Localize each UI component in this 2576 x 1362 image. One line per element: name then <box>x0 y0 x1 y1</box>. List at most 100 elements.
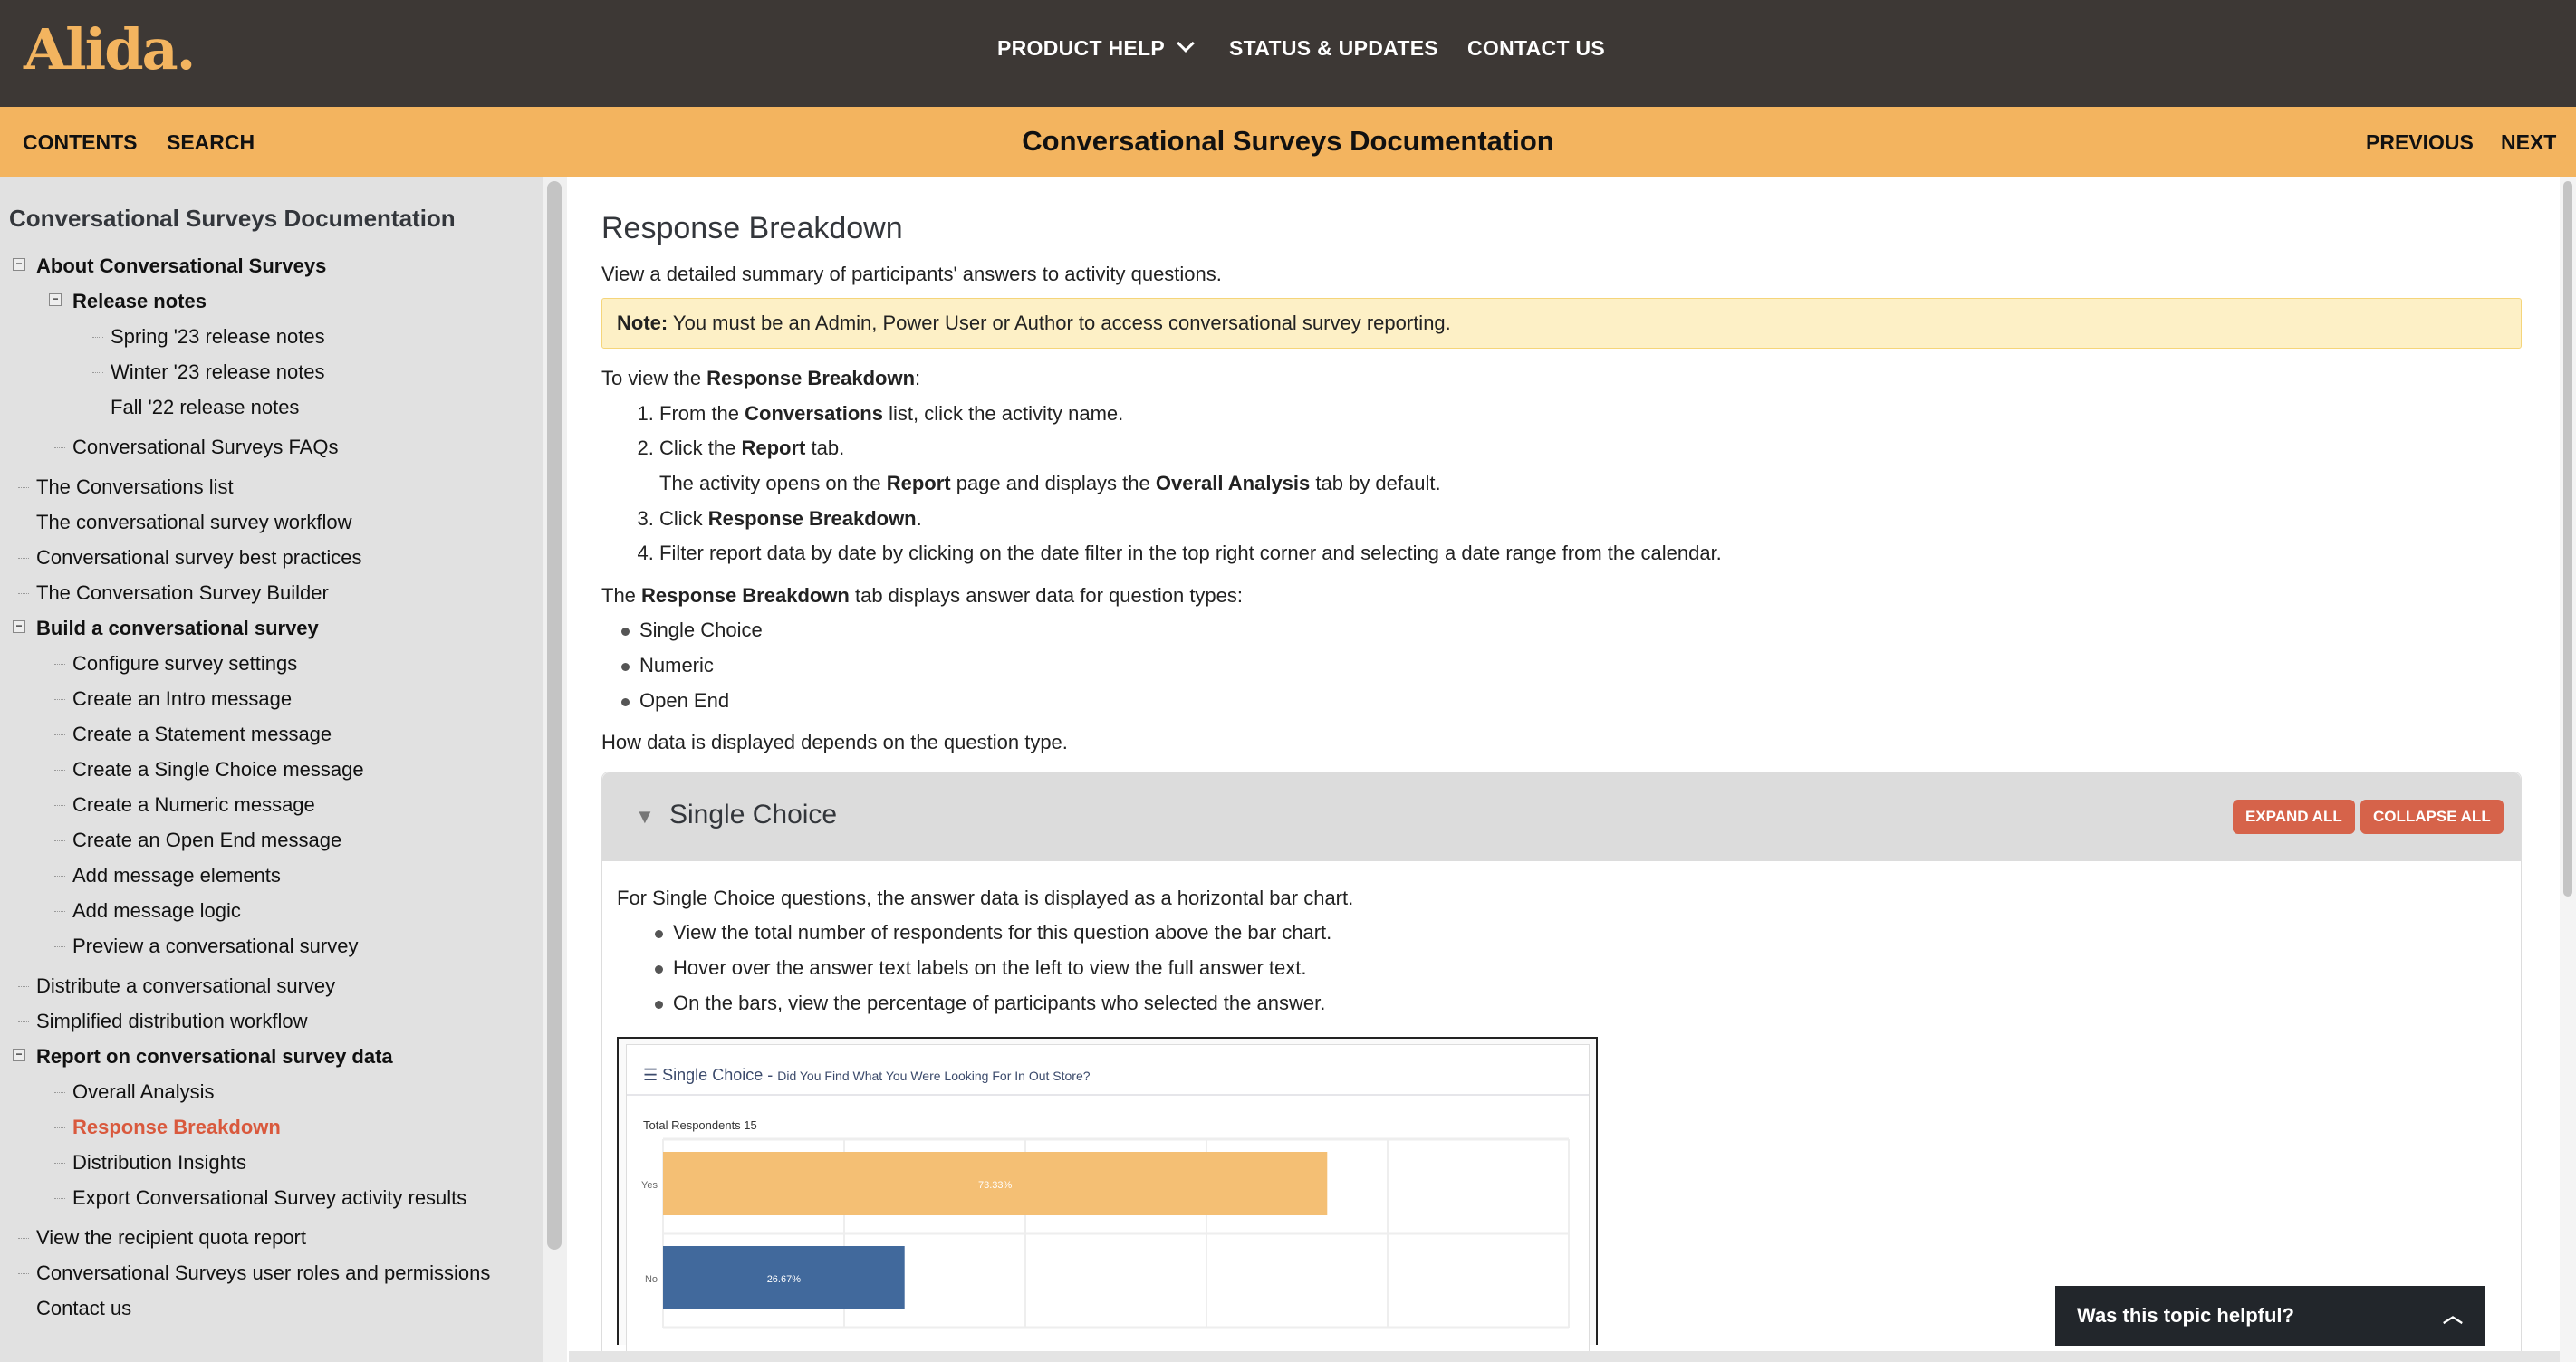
sidebar-item[interactable]: Spring '23 release notes <box>0 319 543 354</box>
search-button[interactable]: SEARCH <box>167 130 255 155</box>
alida-logo[interactable]: Alida. <box>24 16 196 82</box>
sidebar-item-label: About Conversational Surveys <box>36 254 327 277</box>
bar-chart: 73.33% Yes 26.67% No <box>641 1137 1570 1329</box>
nav-contact-us[interactable]: CONTACT US <box>1467 36 1605 61</box>
tree-connector <box>54 876 65 877</box>
list-item: On the bars, view the percentage of part… <box>655 986 2506 1022</box>
list-item: Numeric <box>621 648 2522 684</box>
text: : <box>915 367 921 390</box>
tree-connector <box>92 372 103 373</box>
sidebar-item[interactable]: Add message elements <box>0 858 543 893</box>
collapse-toggle-icon[interactable]: − <box>13 1049 25 1061</box>
sidebar-item-label: Conversational Surveys user roles and pe… <box>36 1261 491 1284</box>
tree-connector <box>54 911 65 912</box>
tree-connector <box>54 770 65 771</box>
tree-connector <box>18 1238 29 1239</box>
sidebar-item[interactable]: Distribute a conversational survey <box>0 968 543 1003</box>
sidebar-item-label: Overall Analysis <box>72 1080 215 1103</box>
chevron-down-icon <box>1177 34 1196 53</box>
sidebar-item[interactable]: Simplified distribution workflow <box>0 1003 543 1039</box>
top-header: Alida. PRODUCT HELP STATUS & UPDATES CON… <box>0 0 2576 107</box>
sidebar-item[interactable]: Configure survey settings <box>0 646 543 681</box>
sidebar-item[interactable]: Add message logic <box>0 893 543 928</box>
sidebar-item[interactable]: Conversational Surveys user roles and pe… <box>0 1255 543 1290</box>
chevron-up-icon[interactable]: ︿ <box>2443 1286 2463 1346</box>
sidebar-item[interactable]: The Conversation Survey Builder <box>0 575 543 610</box>
sidebar-item[interactable]: Create an Intro message <box>0 681 543 716</box>
sidebar-item-label: Create an Open End message <box>72 829 342 851</box>
sidebar-item[interactable]: Response Breakdown <box>0 1109 543 1145</box>
panel-bullets: View the total number of respondents for… <box>617 916 2506 1021</box>
triangle-down-icon[interactable]: ▼ <box>635 800 655 835</box>
sidebar-item[interactable]: Overall Analysis <box>0 1074 543 1109</box>
next-button[interactable]: NEXT <box>2501 130 2556 155</box>
sidebar-item[interactable]: Create a Single Choice message <box>0 752 543 787</box>
expand-all-button[interactable]: EXPAND ALL <box>2233 799 2355 834</box>
sidebar-item-label: Distribute a conversational survey <box>36 974 336 997</box>
feedback-widget[interactable]: Was this topic helpful? ︿ <box>2055 1286 2485 1346</box>
tree-connector <box>54 447 65 448</box>
collapse-toggle-icon[interactable]: − <box>13 620 25 633</box>
text-bold: Response Breakdown <box>706 367 916 390</box>
main-scroll-thumb[interactable] <box>2563 181 2572 897</box>
sidebar-item[interactable]: View the recipient quota report <box>0 1220 543 1255</box>
sidebar-item-label: Winter '23 release notes <box>111 360 325 383</box>
chart-title: ☰ Single Choice - Did You Find What You … <box>643 1058 1091 1094</box>
sidebar-toc: Conversational Surveys Documentation − Ab… <box>0 177 543 1362</box>
sidebar-item[interactable]: Create a Statement message <box>0 716 543 752</box>
category-label: Yes <box>641 1180 658 1191</box>
sidebar-item-label: Build a conversational survey <box>36 617 319 639</box>
list-item: Hover over the answer text labels on the… <box>655 951 2506 986</box>
text: To view the <box>601 367 707 390</box>
sidebar-item[interactable]: Preview a conversational survey <box>0 928 543 964</box>
sidebar-item[interactable]: Export Conversational Survey activity re… <box>0 1180 543 1215</box>
collapse-all-button[interactable]: COLLAPSE ALL <box>2360 799 2504 834</box>
sidebar-item[interactable]: − Build a conversational survey <box>0 610 543 646</box>
toc-tree: − About Conversational Surveys − Release no… <box>0 248 543 1326</box>
tree-connector <box>54 1198 65 1199</box>
page-title: Response Breakdown <box>601 211 903 245</box>
divider <box>627 1093 1589 1096</box>
sidebar-item-label: Report on conversational survey data <box>36 1045 393 1068</box>
collapse-toggle-icon[interactable]: − <box>13 258 25 271</box>
tree-connector <box>54 946 65 947</box>
sidebar-item[interactable]: Create an Open End message <box>0 822 543 858</box>
sidebar-item[interactable]: Conversational Surveys FAQs <box>0 429 543 465</box>
sidebar-item[interactable]: The Conversations list <box>0 469 543 504</box>
sidebar-item[interactable]: Fall '22 release notes <box>0 389 543 425</box>
tree-connector <box>54 1163 65 1164</box>
tree-connector <box>18 986 29 987</box>
sidebar-item-label: Simplified distribution workflow <box>36 1010 308 1032</box>
bar-value-label: 26.67% <box>767 1274 802 1285</box>
sidebar-item[interactable]: − Report on conversational survey data <box>0 1039 543 1074</box>
sidebar-scroll-thumb[interactable] <box>547 181 562 1250</box>
sidebar-item[interactable]: − About Conversational Surveys <box>0 248 543 283</box>
step: Filter report data by date by clicking o… <box>659 536 2522 571</box>
sidebar-item[interactable]: Distribution Insights <box>0 1145 543 1180</box>
chart-title-text: Single Choice - <box>662 1065 774 1084</box>
tree-connector <box>92 337 103 338</box>
panel-header[interactable]: ▼ Single Choice EXPAND ALL COLLAPSE ALL <box>602 772 2521 861</box>
sidebar-item[interactable]: The conversational survey workflow <box>0 504 543 540</box>
sidebar-item-label: Export Conversational Survey activity re… <box>72 1186 467 1209</box>
nav-product-help[interactable]: PRODUCT HELP <box>997 34 1196 61</box>
chart-subtitle: Did You Find What You Were Looking For I… <box>777 1068 1091 1083</box>
horizontal-scrollbar[interactable] <box>569 1351 2560 1362</box>
sidebar-item-label: The Conversation Survey Builder <box>36 581 329 604</box>
contents-button[interactable]: CONTENTS <box>23 130 138 155</box>
chart-screenshot: ☰ Single Choice - Did You Find What You … <box>617 1036 1598 1352</box>
sidebar-item[interactable]: Create a Numeric message <box>0 787 543 822</box>
previous-button[interactable]: PREVIOUS <box>2366 130 2474 155</box>
tree-connector <box>54 840 65 841</box>
sidebar-item[interactable]: Conversational survey best practices <box>0 540 543 575</box>
collapse-toggle-icon[interactable]: − <box>49 293 62 306</box>
sidebar-item[interactable]: Contact us <box>0 1290 543 1326</box>
nav-status-updates[interactable]: STATUS & UPDATES <box>1229 36 1438 61</box>
tree-connector <box>18 593 29 594</box>
sidebar-item[interactable]: Winter '23 release notes <box>0 354 543 389</box>
sidebar-item[interactable]: − Release notes <box>0 283 543 319</box>
types-list: Single Choice Numeric Open End <box>601 613 2522 718</box>
tree-connector <box>54 664 65 665</box>
sidebar-item-label: Response Breakdown <box>72 1116 281 1138</box>
bar-value-label: 73.33% <box>978 1180 1013 1191</box>
